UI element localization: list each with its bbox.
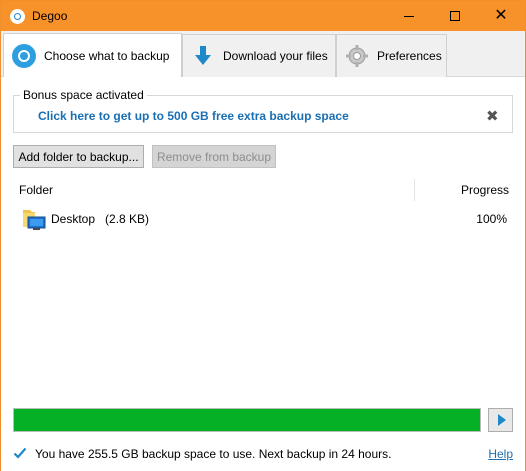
download-arrow-icon (191, 44, 215, 68)
progress-fill (14, 409, 480, 431)
minimize-button[interactable] (386, 1, 432, 31)
minimize-icon (404, 15, 414, 17)
maximize-icon (450, 11, 460, 21)
status-message: You have 255.5 GB backup space to use. N… (35, 447, 392, 461)
add-folder-button[interactable]: Add folder to backup... (13, 145, 144, 168)
tab-label: Preferences (377, 49, 442, 63)
tab-label: Download your files (223, 49, 328, 63)
folder-row[interactable]: Desktop (2.8 KB) 100% (13, 205, 513, 235)
folder-progress: 100% (476, 212, 507, 226)
backup-panel: Bonus space activated Click here to get … (1, 77, 525, 471)
desktop-folder-icon (21, 207, 47, 231)
remove-from-backup-button[interactable]: Remove from backup (152, 145, 276, 168)
tab-choose-what-to-backup[interactable]: Choose what to backup (3, 33, 182, 77)
folder-list-header: Folder Progress (13, 179, 513, 201)
progress-column-header[interactable]: Progress (461, 183, 509, 197)
checkmark-icon (13, 446, 27, 460)
window-title: Degoo (32, 9, 68, 23)
folder-name: Desktop (2.8 KB) (51, 212, 150, 226)
tab-bar: Choose what to backup Download your file… (1, 31, 525, 77)
bonus-close-icon[interactable]: ✖ (486, 107, 499, 125)
folder-column-header[interactable]: Folder (19, 183, 53, 197)
tab-download-your-files[interactable]: Download your files (182, 34, 336, 77)
close-icon: ✕ (494, 7, 508, 24)
bonus-space-link[interactable]: Click here to get up to 500 GB free extr… (38, 109, 349, 123)
start-backup-button[interactable] (488, 408, 513, 432)
degoo-logo-icon (10, 9, 25, 24)
maximize-button[interactable] (432, 1, 478, 31)
degoo-window: Degoo ✕ Choose what to backup Download y… (0, 0, 526, 471)
title-bar[interactable]: Degoo ✕ (1, 1, 525, 31)
status-bar: You have 255.5 GB backup space to use. N… (13, 445, 513, 463)
tab-preferences[interactable]: Preferences (336, 34, 447, 77)
overall-progress-bar (13, 408, 481, 432)
gear-icon (345, 44, 369, 68)
help-link[interactable]: Help (488, 447, 513, 461)
bonus-space-box: Bonus space activated Click here to get … (13, 88, 513, 133)
backup-icon (12, 43, 36, 68)
close-button[interactable]: ✕ (478, 1, 524, 31)
column-divider[interactable] (414, 179, 415, 201)
tab-label: Choose what to backup (44, 48, 170, 63)
play-icon (497, 414, 506, 426)
bonus-legend: Bonus space activated (20, 88, 147, 102)
